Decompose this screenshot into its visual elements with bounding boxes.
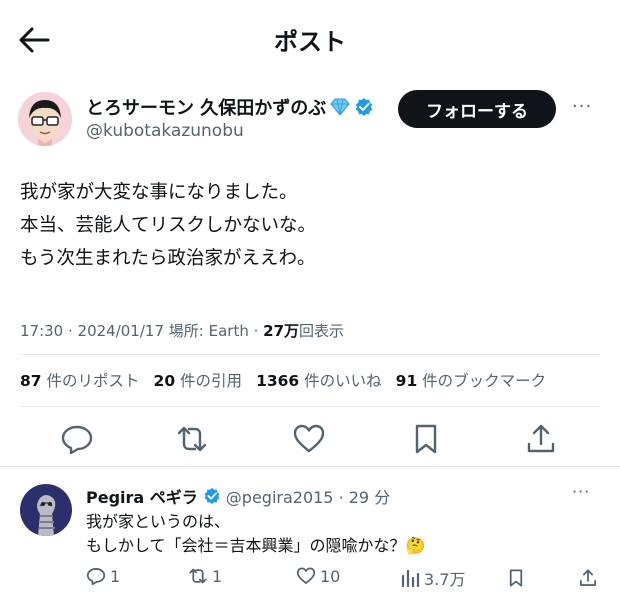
repost-stat[interactable]: 87 件のリポスト <box>20 369 140 391</box>
avatar-illustration <box>20 484 72 536</box>
divider <box>20 354 600 355</box>
analytics-icon <box>401 569 420 588</box>
divider <box>0 466 620 467</box>
share-icon[interactable] <box>524 422 558 456</box>
reply-icon[interactable] <box>60 422 94 456</box>
author-avatar[interactable] <box>18 92 72 146</box>
bookmark-stat[interactable]: 91 件のブックマーク <box>396 369 547 391</box>
tweet-timestamp[interactable]: 17:30 · 2024/01/17 <box>20 322 164 340</box>
engagement-stats: 87 件のリポスト 20 件の引用 1366 件のいいね 91 件のブックマーク <box>20 369 546 391</box>
more-options-icon[interactable]: ··· <box>572 96 592 117</box>
view-label: 回表示 <box>299 322 345 340</box>
retweet-count: 1 <box>212 566 223 586</box>
view-count-unit: 万 <box>284 322 300 340</box>
author-name-row[interactable]: とろサーモン 久保田かずのぶ <box>86 94 374 120</box>
tweet-body: 我が家が大変な事になりました。 本当、芸能人てリスクしかないな。 もう次生まれた… <box>20 176 316 275</box>
repost-label: 件のリポスト <box>46 372 140 390</box>
reply-line: 我が家というのは、 <box>86 512 231 531</box>
retweet-icon <box>189 568 207 584</box>
like-count: 1366 <box>256 372 300 390</box>
like-label: 件のいいね <box>304 372 382 390</box>
bookmark-count: 91 <box>395 372 418 390</box>
author-handle[interactable]: @kubotakazunobu <box>86 121 244 141</box>
bookmark-icon[interactable] <box>506 568 526 588</box>
reply-author-name[interactable]: Pegira ペギラ <box>86 484 198 508</box>
reply-handle-time[interactable]: @pegira2015 · 29 分 <box>226 484 390 508</box>
like-count: 10 <box>320 566 341 586</box>
tweet-line: もう次生まれたら政治家がええわ。 <box>20 248 316 269</box>
reply-retweet-action[interactable]: 1 <box>188 566 222 586</box>
like-icon[interactable] <box>292 422 326 456</box>
avatar-illustration <box>18 92 72 146</box>
tweet-location: 場所: Earth · <box>168 322 259 340</box>
reply-like-action[interactable]: 10 <box>296 566 340 586</box>
verified-badge-icon <box>355 98 373 116</box>
author-name[interactable]: とろサーモン 久保田かずのぶ <box>86 94 326 120</box>
tweet-line: 我が家が大変な事になりました。 <box>20 182 298 203</box>
like-icon <box>296 567 316 584</box>
divider <box>20 406 600 407</box>
bookmark-icon[interactable] <box>409 422 443 456</box>
diamond-icon <box>330 98 350 116</box>
reply-count: 1 <box>110 566 121 586</box>
tweet-line: 本当、芸能人てリスクしかないな。 <box>20 215 317 236</box>
repost-count: 87 <box>20 372 42 390</box>
page-title: ポスト <box>274 28 346 56</box>
quote-stat[interactable]: 20 件の引用 <box>154 369 243 391</box>
reply-header: Pegira ペギラ @pegira2015 · 29 分 <box>86 484 390 508</box>
reply-icon <box>86 568 106 586</box>
quote-label: 件の引用 <box>180 372 243 390</box>
reply-more-options-icon[interactable]: ··· <box>572 482 590 501</box>
quote-count: 20 <box>153 372 176 390</box>
tweet-meta: 17:30 · 2024/01/17 場所: Earth · 27万回表示 <box>20 320 344 341</box>
follow-button[interactable]: フォローする <box>398 90 556 128</box>
thinking-emoji-icon: 🤔 <box>405 536 426 555</box>
view-count: 27 <box>263 322 285 340</box>
bookmark-label: 件のブックマーク <box>422 372 547 390</box>
reply-line: もしかして「会社＝吉本興業」の隠喩かな？ <box>86 536 406 555</box>
reply-avatar[interactable] <box>20 484 72 536</box>
reply-body: 我が家というのは、 もしかして「会社＝吉本興業」の隠喩かな？🤔 <box>86 510 425 558</box>
share-icon[interactable] <box>578 568 598 588</box>
like-stat[interactable]: 1366 件のいいね <box>256 369 382 391</box>
views-count: 3.7万 <box>424 570 466 589</box>
reply-reply-action[interactable]: 1 <box>86 566 120 586</box>
verified-badge-icon <box>204 487 220 505</box>
retweet-icon[interactable] <box>175 422 209 456</box>
reply-views-action[interactable]: 3.7万 <box>400 566 465 590</box>
